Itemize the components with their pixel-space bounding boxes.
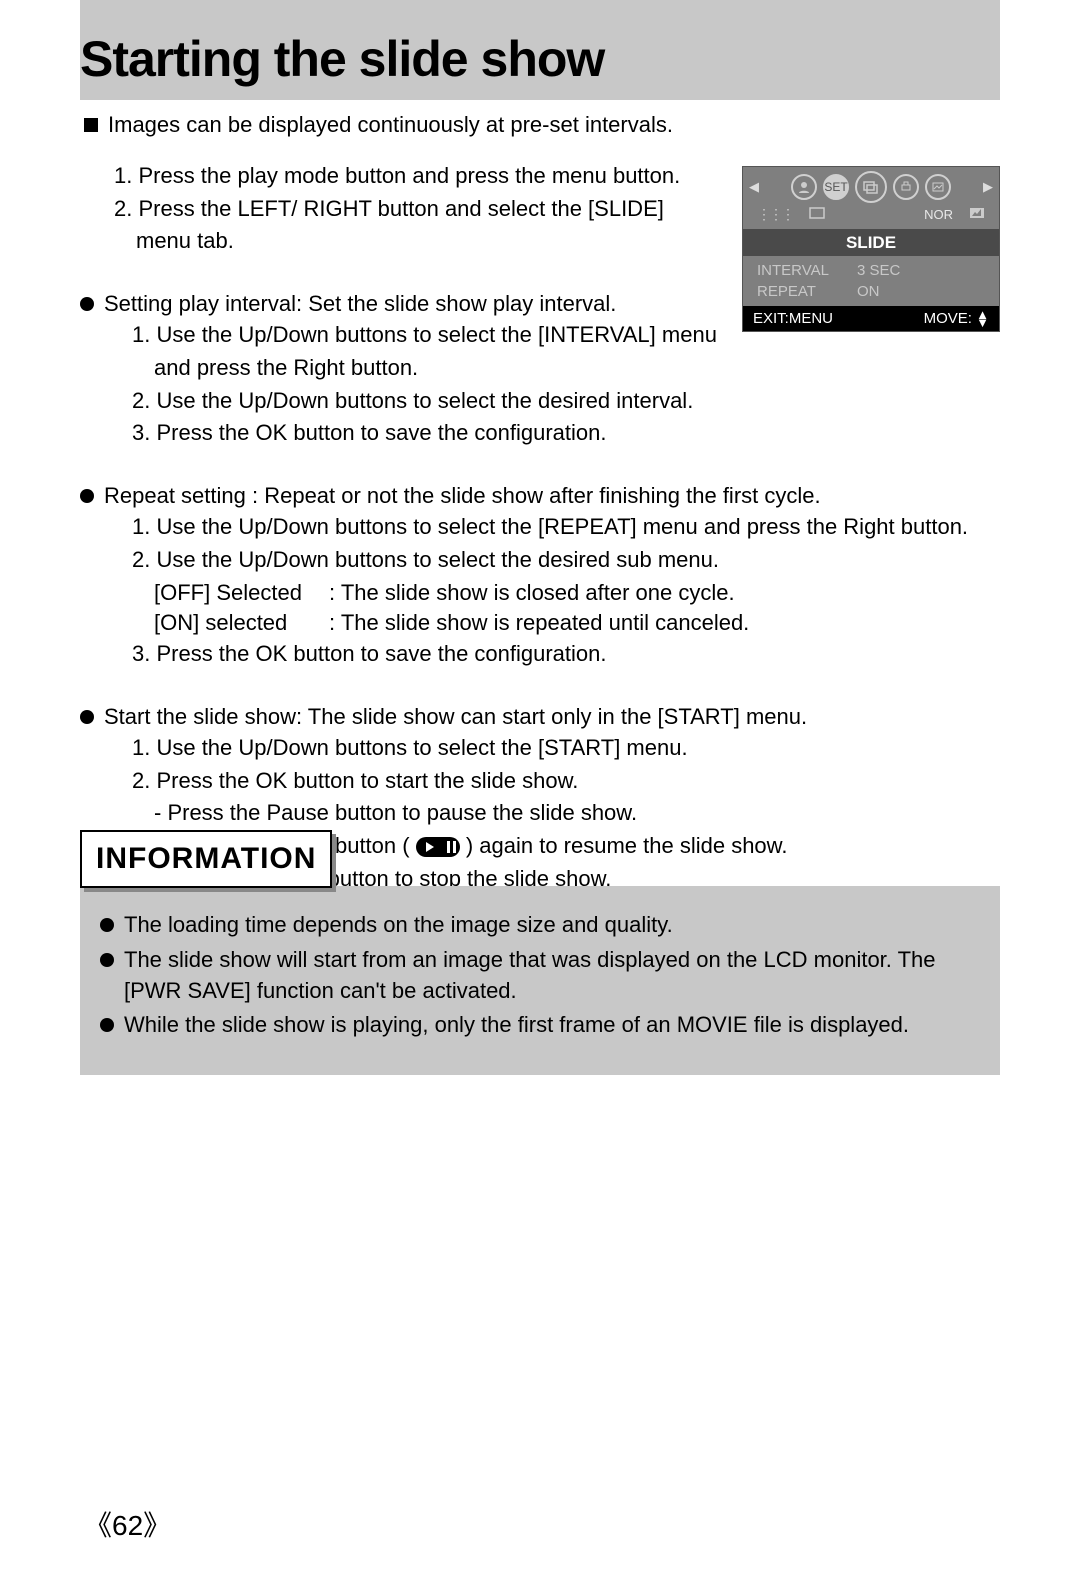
lcd-row-interval: INTERVAL3 SEC bbox=[757, 260, 985, 281]
info-item-3: While the slide show is playing, only th… bbox=[100, 1010, 980, 1041]
info-title-wrap: INFORMATION bbox=[80, 830, 332, 888]
slide-icon bbox=[855, 171, 887, 203]
round-bullet-icon bbox=[100, 918, 114, 932]
repeat-step-1: 1. Use the Up/Down buttons to select the… bbox=[132, 512, 1000, 543]
lcd-row-repeat: REPEATON bbox=[757, 281, 985, 302]
updown-icon: ▲▼ bbox=[976, 311, 989, 327]
left-arrow-icon: ◀ bbox=[749, 178, 759, 196]
start-sub-1: - Press the Pause button to pause the sl… bbox=[154, 798, 1000, 829]
info-title: INFORMATION bbox=[80, 830, 332, 888]
main-content: Images can be displayed continuously at … bbox=[80, 110, 1000, 897]
image-icon bbox=[925, 174, 951, 200]
round-bullet-icon bbox=[80, 489, 94, 503]
info-body: The loading time depends on the image si… bbox=[80, 886, 1000, 1075]
start-step-1: 1. Use the Up/Down buttons to select the… bbox=[132, 733, 1000, 764]
rect-icon bbox=[809, 205, 825, 225]
person-icon bbox=[791, 174, 817, 200]
page-number: 《62》 bbox=[84, 1506, 171, 1545]
lcd-preview: ◀ SET ▶ ⋮⋮⋮ NOR SLIDE INTERVAL3 SEC REPE… bbox=[742, 166, 1000, 332]
round-bullet-icon bbox=[100, 1018, 114, 1032]
square-bullet-icon bbox=[84, 118, 98, 132]
mountain-icon bbox=[969, 205, 985, 225]
round-bullet-icon bbox=[80, 710, 94, 724]
intro-text: Images can be displayed continuously at … bbox=[108, 110, 673, 141]
info-item-1: The loading time depends on the image si… bbox=[100, 910, 980, 941]
start-step-2: 2. Press the OK button to start the slid… bbox=[132, 766, 1000, 797]
right-arrow-icon: ▶ bbox=[983, 178, 993, 196]
repeat-head: Repeat setting : Repeat or not the slide… bbox=[104, 481, 821, 512]
section-repeat: Repeat setting : Repeat or not the slide… bbox=[80, 481, 1000, 670]
lcd-sub-row: ⋮⋮⋮ NOR bbox=[743, 205, 999, 229]
lcd-icon-row: ◀ SET ▶ bbox=[743, 167, 999, 205]
repeat-step-2: 2. Use the Up/Down buttons to select the… bbox=[132, 545, 1000, 576]
round-bullet-icon bbox=[80, 297, 94, 311]
set-icon: SET bbox=[823, 174, 849, 200]
information-box: INFORMATION The loading time depends on … bbox=[80, 830, 1000, 1075]
grid-icon: ⋮⋮⋮ bbox=[757, 205, 793, 225]
round-bullet-icon bbox=[100, 953, 114, 967]
print-icon bbox=[893, 174, 919, 200]
interval-head: Setting play interval: Set the slide sho… bbox=[104, 289, 616, 320]
repeat-step-3: 3. Press the OK button to save the confi… bbox=[132, 639, 1000, 670]
exit-label: EXIT:MENU bbox=[753, 308, 833, 329]
interval-step-3: 3. Press the OK button to save the confi… bbox=[132, 418, 1000, 449]
lcd-menu-title: SLIDE bbox=[743, 229, 999, 257]
start-head: Start the slide show: The slide show can… bbox=[104, 702, 807, 733]
lcd-bottom-bar: EXIT:MENU MOVE: ▲▼ bbox=[743, 306, 999, 331]
page-title: Starting the slide show bbox=[80, 24, 1000, 94]
repeat-def-on: [ON] selected : The slide show is repeat… bbox=[154, 608, 1000, 639]
move-label: MOVE: ▲▼ bbox=[924, 308, 989, 329]
nor-label: NOR bbox=[924, 206, 953, 224]
interval-step-1b: and press the Right button. bbox=[154, 353, 1000, 384]
intro-line: Images can be displayed continuously at … bbox=[84, 110, 1000, 141]
info-item-2: The slide show will start from an image … bbox=[100, 945, 980, 1007]
repeat-def-off: [OFF] Selected : The slide show is close… bbox=[154, 578, 1000, 609]
interval-step-2: 2. Use the Up/Down buttons to select the… bbox=[132, 386, 1000, 417]
